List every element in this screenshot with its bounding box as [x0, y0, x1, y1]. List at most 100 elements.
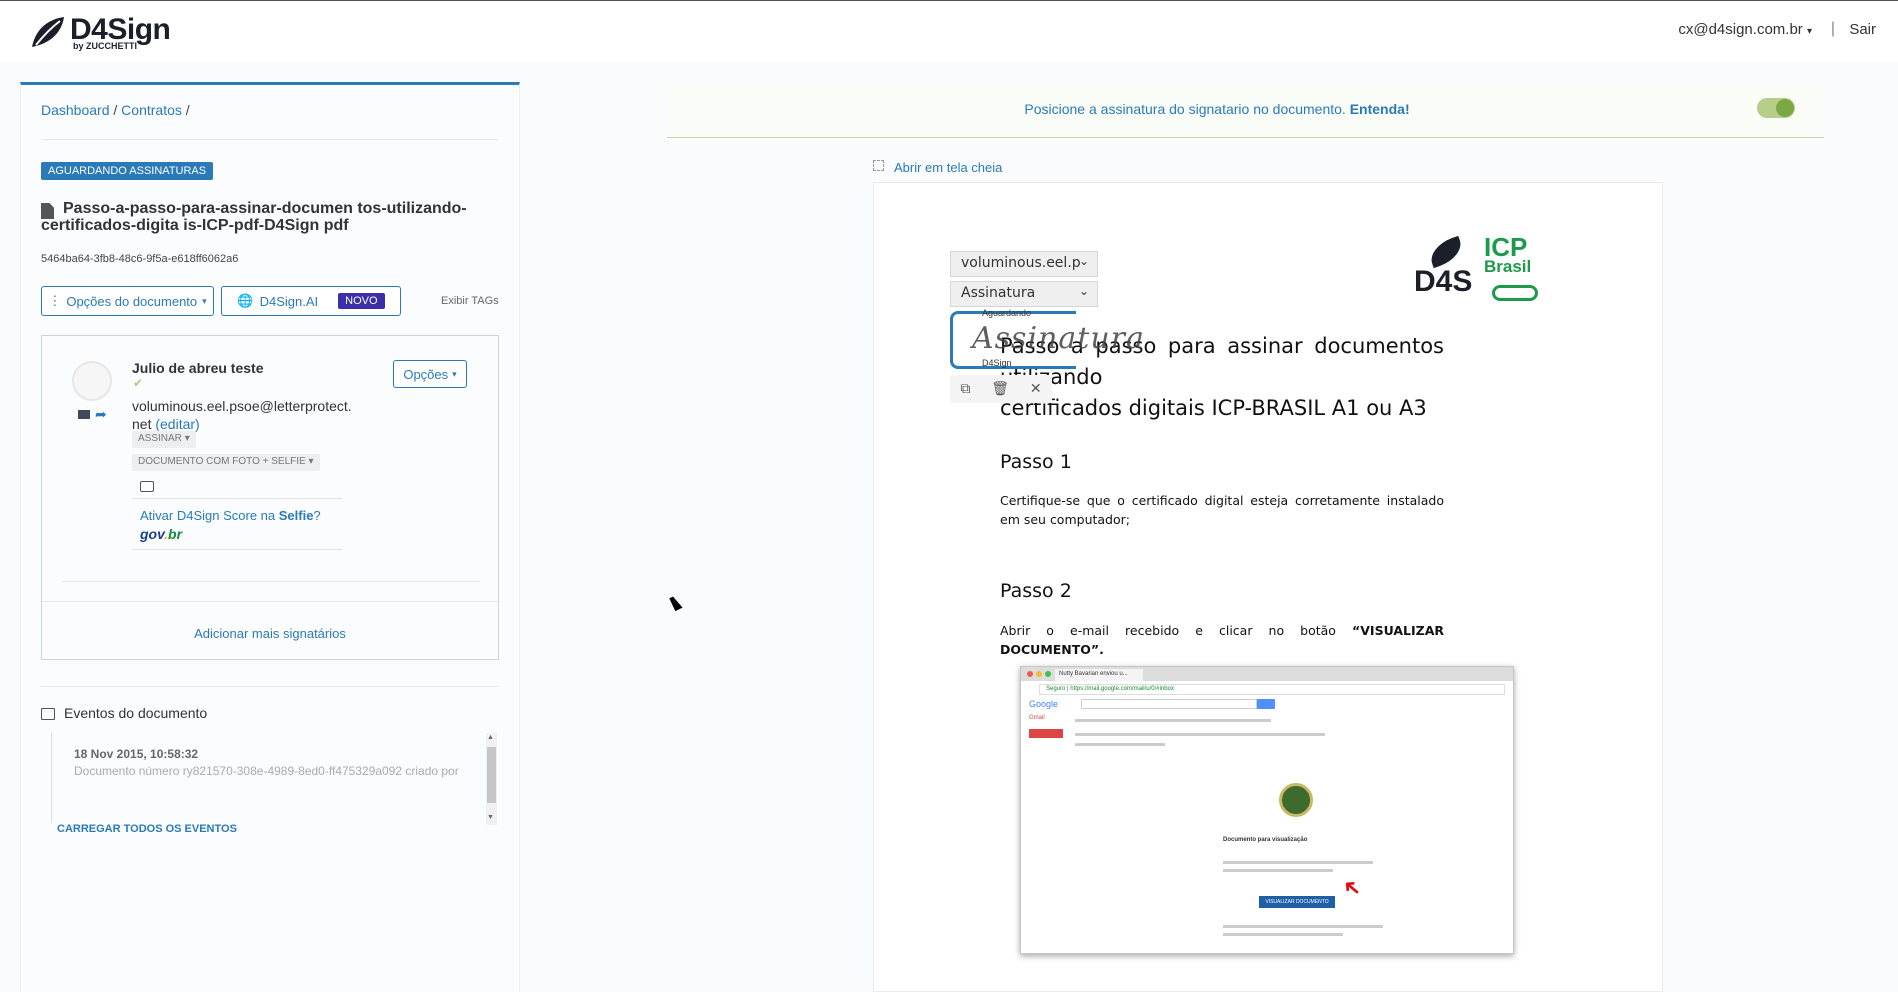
avatar	[72, 361, 112, 401]
copy-icon[interactable]: ⧉	[960, 381, 970, 397]
shot-line	[1223, 925, 1383, 928]
status-badge: AGUARDANDO ASSINATURAS	[41, 162, 214, 180]
divider	[41, 139, 499, 140]
govbr-part3: br	[168, 526, 183, 542]
sign-action-chip[interactable]: ASSINAR ▾	[132, 431, 196, 448]
d4sign-ai-label: D4Sign.AI	[259, 293, 319, 309]
vertical-dots-icon: ⋮	[48, 293, 62, 308]
show-tags-link[interactable]: Exibir TAGs	[441, 295, 499, 307]
list-icon	[41, 708, 55, 720]
signer-options-button[interactable]: Opções ▾	[393, 360, 467, 388]
forward-icon[interactable]: ➦	[95, 406, 107, 423]
d4sign-leaf-logo-icon[interactable]	[28, 11, 68, 55]
emblem-icon	[1279, 783, 1313, 817]
divider	[62, 581, 480, 582]
info-message: Posicione a assinatura do signatario no …	[667, 101, 1767, 117]
breadcrumb-sep: /	[185, 102, 190, 118]
signature-toolbar: ⧉ 🗑 ✕	[950, 375, 1052, 403]
expand-icon[interactable]	[873, 160, 884, 171]
new-badge: NOVO	[338, 293, 385, 309]
trash-icon[interactable]: 🗑	[991, 381, 1009, 397]
sign-action-label: ASSINAR	[138, 433, 182, 444]
step2-text: Abrir o e-mail recebido e clicar no botã…	[1000, 623, 1353, 638]
breadcrumb-contratos[interactable]: Contratos	[121, 102, 182, 118]
browser-url: Seguro | https://mail.google.com/mail/u/…	[1039, 684, 1505, 695]
step2-text-block: Abrir o e-mail recebido e clicar no botã…	[1000, 621, 1444, 659]
caret-down-icon: ▾	[308, 456, 314, 467]
info-learn-link[interactable]: Entenda!	[1350, 101, 1410, 117]
events-list: 18 Nov 2015, 10:58:32 Documento número r…	[51, 733, 501, 823]
chevron-down-icon: ⌄	[1078, 284, 1089, 298]
divider	[41, 686, 499, 687]
toggle-knob	[1776, 99, 1794, 117]
document-title: Passo-a-passo-para-assinar-documen tos-u…	[41, 200, 467, 234]
divider	[132, 498, 342, 499]
key-icon	[1492, 285, 1538, 301]
chevron-down-icon: ▾	[202, 295, 207, 306]
govbr-logo: gov.br	[140, 526, 182, 542]
document-hash: 5464ba64-3fb8-48c6-9f5a-e618ff6062a6	[41, 253, 239, 265]
document-details-panel: Dashboard / Contratos / AGUARDANDO ASSIN…	[20, 82, 520, 992]
step1-title: Passo 1	[1000, 451, 1072, 473]
events-scrollbar[interactable]: ▲ ▼	[486, 733, 497, 825]
chevron-down-icon: ▾	[1806, 26, 1812, 37]
signer-select[interactable]: voluminous.eel.p ⌄	[950, 251, 1098, 277]
fullscreen-link[interactable]: Abrir em tela cheia	[894, 160, 1002, 175]
gmail-search	[1081, 699, 1257, 709]
document-options-button[interactable]: ⋮ Opções do documento ▾	[41, 286, 214, 316]
user-menu[interactable]: cx@d4sign.com.br ▾	[1678, 21, 1812, 38]
scroll-down-icon[interactable]: ▼	[487, 814, 494, 821]
positioning-toggle[interactable]	[1757, 98, 1795, 118]
signature-type-select[interactable]: Assinatura ⌄	[950, 281, 1098, 307]
signer-select-value: voluminous.eel.p	[961, 255, 1081, 271]
breadcrumb: Dashboard / Contratos /	[41, 102, 190, 118]
id-card-icon	[140, 481, 154, 492]
close-icon[interactable]: ✕	[1030, 381, 1042, 397]
shot-line	[1075, 743, 1165, 746]
govbr-part1: gov	[140, 526, 165, 542]
divider	[132, 549, 342, 550]
shot-line	[1223, 933, 1343, 936]
signer-email-block: voluminous.eel.psoe@letterprotect.net (e…	[132, 397, 352, 433]
step1-text: Certifique-se que o certificado digital …	[1000, 493, 1444, 527]
gmail-label: Gmail	[1029, 715, 1045, 721]
d4sign-ai-button[interactable]: 🌐 D4Sign.AI NOVO	[221, 286, 401, 316]
signer-options-label: Opções	[403, 366, 449, 382]
shot-view-button: VISUALIZAR DOCUMENTO	[1259, 896, 1335, 908]
gmail-compose	[1029, 729, 1063, 738]
scroll-thumb[interactable]	[487, 747, 496, 803]
document-options-label: Opções do documento	[66, 293, 198, 309]
signature-status-label: Aguardando	[982, 308, 1032, 318]
d4s-logo: D4S	[1414, 265, 1473, 298]
user-email: cx@d4sign.com.br	[1678, 21, 1803, 38]
add-signers-link[interactable]: Adicionar mais signatários	[42, 626, 498, 641]
edit-email-link[interactable]: (editar)	[155, 416, 199, 432]
red-arrow-icon: ➜	[1337, 871, 1368, 904]
breadcrumb-dashboard[interactable]: Dashboard	[41, 102, 110, 118]
signature-script: Assinatura	[972, 321, 1145, 356]
browser-tab: Nutty Bavarian enviou u...	[1055, 669, 1143, 681]
scroll-up-icon[interactable]: ▲	[487, 734, 494, 741]
gmail-search-button	[1257, 699, 1275, 709]
caret-down-icon: ▾	[184, 433, 190, 444]
events-title: Eventos do documento	[64, 705, 208, 721]
signer-name: Julio de abreu teste	[132, 360, 264, 376]
google-logo: Google	[1029, 699, 1059, 709]
score-prefix: Ativar D4Sign Score na	[140, 508, 279, 523]
brasil-text: Brasil	[1484, 257, 1532, 276]
icp-brasil-logo: ICP Brasil	[1484, 234, 1532, 277]
mail-icon[interactable]	[78, 410, 90, 419]
logo-subtitle: by ZUCCHETTI	[73, 41, 137, 51]
shot-line	[1223, 861, 1373, 864]
divider	[42, 601, 498, 602]
chevron-down-icon: ⌄	[1078, 254, 1089, 268]
breadcrumb-sep: /	[113, 102, 118, 118]
d4s-leaf-icon	[1426, 235, 1466, 269]
logout-link[interactable]: Sair	[1849, 21, 1876, 38]
activate-score-link[interactable]: Ativar D4Sign Score na Selfie?	[140, 508, 321, 523]
score-suffix: ?	[313, 508, 321, 523]
auth-method-chip[interactable]: DOCUMENTO COM FOTO + SELFIE ▾	[132, 454, 320, 471]
positioning-info-bar: Posicione a assinatura do signatario no …	[667, 84, 1824, 138]
event-date: 18 Nov 2015, 10:58:32	[74, 747, 199, 761]
load-all-events-link[interactable]: CARREGAR TODOS OS EVENTOS	[57, 823, 237, 835]
